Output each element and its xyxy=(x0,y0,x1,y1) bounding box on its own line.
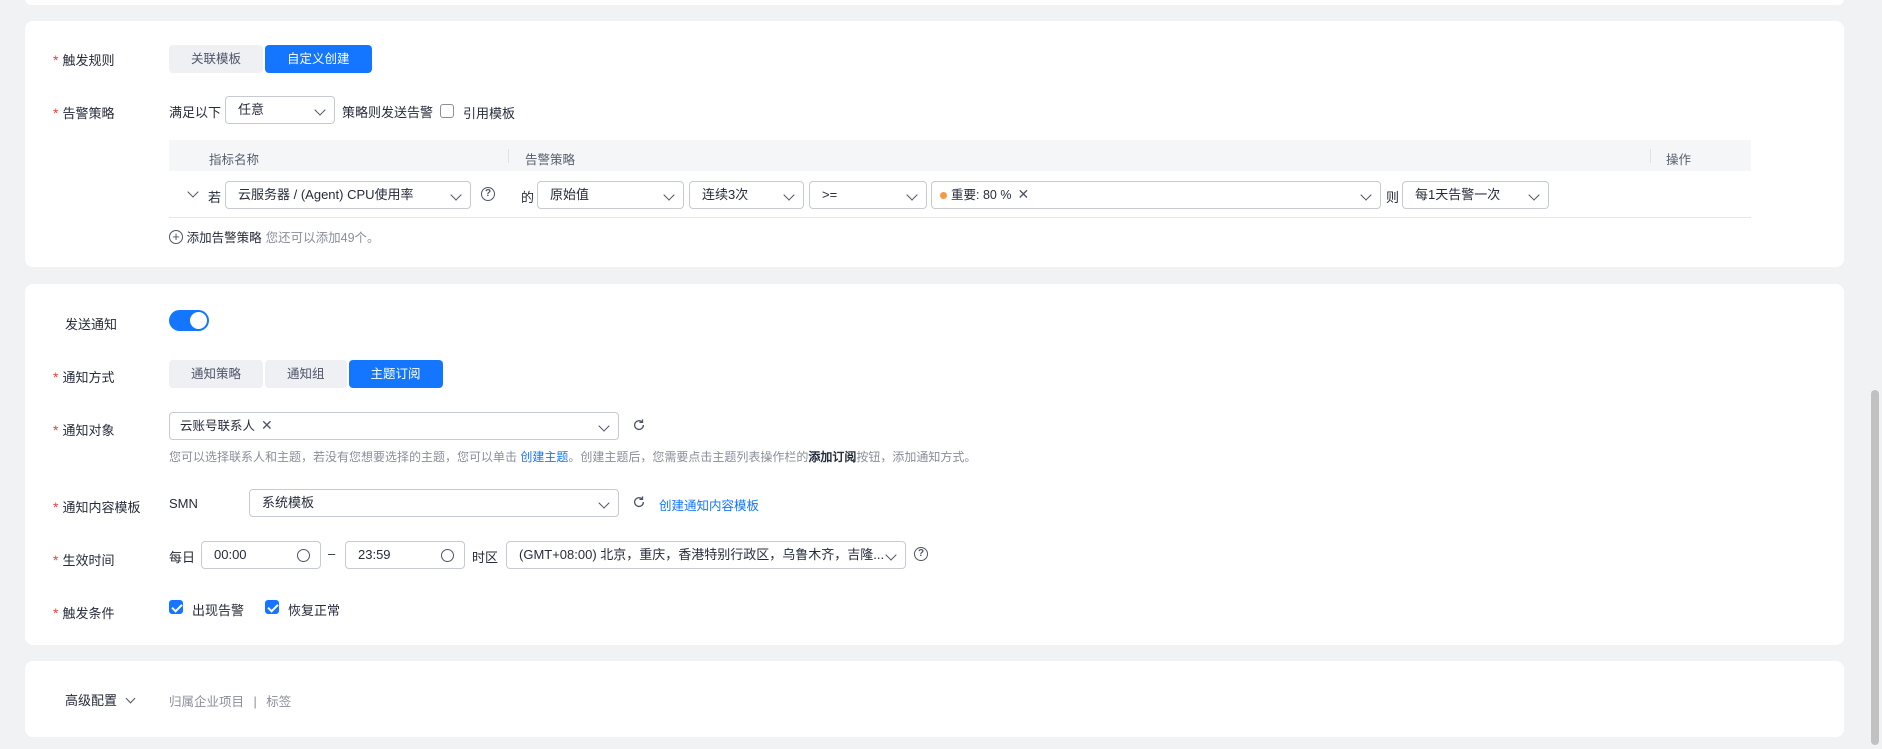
if-label: 若 xyxy=(208,190,222,205)
threshold-select[interactable]: 重要: 80 % ✕ xyxy=(931,181,1381,209)
advanced-summary: 归属企业项目 | 标签 xyxy=(169,695,292,709)
alarm-occurs-checkbox[interactable] xyxy=(169,600,183,614)
chevron-down-icon xyxy=(885,549,897,561)
notify-method-topic[interactable]: 主题订阅 xyxy=(348,360,443,388)
table-row-divider xyxy=(169,217,1751,218)
effective-time-label: * 生效时间 xyxy=(53,552,115,568)
header-action: 操作 xyxy=(1666,153,1692,167)
advanced-label: 高级配置 xyxy=(65,693,118,708)
metric-select[interactable]: 云服务器 / (Agent) CPU使用率 xyxy=(225,181,471,209)
tags-item: 标签 xyxy=(266,695,292,709)
chevron-down-icon xyxy=(1360,189,1372,201)
trigger-rule-label: * 触发规则 xyxy=(53,52,115,68)
alarm-policy-label: * 告警策略 xyxy=(53,105,115,121)
content-type-label: SMN xyxy=(169,496,198,511)
recovered-checkbox[interactable] xyxy=(265,600,279,614)
notify-target-hint: 您可以选择联系人和主题，若没有您想要选择的主题，您可以单击 创建主题。创建主题后… xyxy=(169,450,977,464)
start-time-picker[interactable]: 00:00 xyxy=(201,541,321,569)
of-label: 的 xyxy=(521,190,535,205)
value-type-select[interactable]: 原始值 xyxy=(537,181,684,209)
frequency-select[interactable]: 每1天告警一次 xyxy=(1402,181,1549,209)
trigger-rule-option-custom[interactable]: 自定义创建 xyxy=(265,45,372,73)
use-template-label: 引用模板 xyxy=(463,106,516,121)
previous-section-card xyxy=(25,0,1844,5)
add-policy-hint: 您还可以添加49个。 xyxy=(265,231,380,245)
content-template-select[interactable]: 系统模板 xyxy=(249,489,619,517)
chevron-down-icon xyxy=(598,420,610,432)
policy-table-header xyxy=(169,140,1751,171)
recovered-label: 恢复正常 xyxy=(288,603,341,618)
severity-dot-icon xyxy=(940,192,947,200)
notify-target-label: * 通知对象 xyxy=(53,422,115,438)
notify-method-label: * 通知方式 xyxy=(53,369,115,385)
add-policy-link[interactable]: 添加告警策略 xyxy=(187,231,262,245)
header-policy: 告警策略 xyxy=(525,153,576,167)
create-topic-link[interactable]: 创建主题 xyxy=(520,450,568,464)
help-icon[interactable]: ? xyxy=(481,187,495,201)
close-icon[interactable]: ✕ xyxy=(261,417,273,433)
trigger-rule-segment: 关联模板 自定义创建 xyxy=(169,45,374,73)
clock-icon xyxy=(441,549,454,562)
chevron-down-icon xyxy=(663,189,675,201)
period-select[interactable]: 连续3次 xyxy=(689,181,804,209)
chevron-down-icon xyxy=(783,189,795,201)
send-notify-label: 发送通知 xyxy=(65,317,118,332)
target-tag: 云账号联系人 ✕ xyxy=(180,417,273,433)
end-time-picker[interactable]: 23:59 xyxy=(345,541,465,569)
match-suffix: 策略则发送告警 xyxy=(342,105,434,120)
content-template-label: * 通知内容模板 xyxy=(53,499,141,515)
toggle-knob xyxy=(190,312,207,329)
alarm-occurs-label: 出现告警 xyxy=(192,603,245,618)
send-notify-toggle[interactable] xyxy=(169,310,209,331)
add-subscription-text: 添加订阅 xyxy=(808,450,857,464)
clock-icon xyxy=(297,549,310,562)
advanced-toggle[interactable]: 高级配置 xyxy=(65,690,136,709)
notify-method-policy[interactable]: 通知策略 xyxy=(169,360,264,388)
time-separator: – xyxy=(328,546,336,561)
then-label: 则 xyxy=(1386,190,1400,205)
trigger-condition-label: * 触发条件 xyxy=(53,605,115,621)
help-icon[interactable]: ? xyxy=(914,547,928,561)
scrollbar-thumb[interactable] xyxy=(1871,390,1879,745)
match-prefix: 满足以下 xyxy=(169,105,222,120)
match-select[interactable]: 任意 xyxy=(225,96,335,124)
refresh-icon[interactable] xyxy=(632,495,646,509)
notify-method-group[interactable]: 通知组 xyxy=(265,360,347,388)
timezone-label: 时区 xyxy=(472,550,499,565)
threshold-tag: 重要: 80 % ✕ xyxy=(936,184,1033,206)
close-icon[interactable]: ✕ xyxy=(1017,186,1029,202)
chevron-down-icon xyxy=(598,497,610,509)
chevron-down-icon xyxy=(450,189,462,201)
refresh-icon[interactable] xyxy=(632,418,646,432)
plus-circle-icon: + xyxy=(169,229,183,244)
operator-select[interactable]: >= xyxy=(809,181,927,209)
header-metric: 指标名称 xyxy=(209,153,260,167)
notify-target-select[interactable]: 云账号联系人 ✕ xyxy=(169,412,619,440)
chevron-down-icon xyxy=(906,189,918,201)
header-divider xyxy=(1650,149,1651,163)
timezone-select[interactable]: (GMT+08:00) 北京，重庆，香港特别行政区，乌鲁木齐，吉隆... xyxy=(506,541,906,569)
chevron-down-icon xyxy=(1528,189,1540,201)
create-content-template-link[interactable]: 创建通知内容模板 xyxy=(659,495,759,514)
use-template-checkbox[interactable] xyxy=(440,104,454,118)
trigger-rule-option-template[interactable]: 关联模板 xyxy=(169,45,264,73)
chevron-down-icon xyxy=(314,104,326,116)
time-prefix: 每日 xyxy=(169,550,196,565)
enterprise-project-item: 归属企业项目 xyxy=(169,695,245,709)
chevron-down-icon xyxy=(125,693,136,704)
header-divider xyxy=(508,149,509,163)
notify-method-segment: 通知策略 通知组 主题订阅 xyxy=(169,360,445,388)
advanced-card xyxy=(25,661,1844,737)
add-policy-button[interactable]: + 添加告警策略 您还可以添加49个。 xyxy=(169,227,380,246)
